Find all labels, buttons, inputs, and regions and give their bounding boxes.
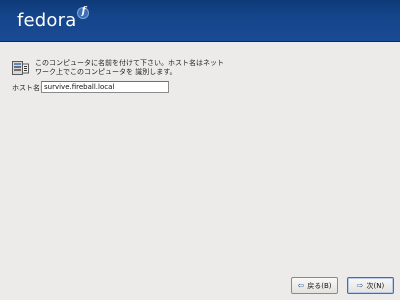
fedora-logo: fedora f xyxy=(17,6,90,32)
hostname-input[interactable] xyxy=(41,81,169,93)
left-arrow-icon: ⇦ xyxy=(297,280,305,290)
description-line-2: ワーク上でこのコンピュータを 識別します。 xyxy=(35,68,177,76)
description-line-1: このコンピュータに名前を付けて下さい。ホスト名はネット xyxy=(35,59,224,67)
network-card-icon xyxy=(12,61,29,75)
hostname-description: このコンピュータに名前を付けて下さい。ホスト名はネット ワーク上でこのコンピュー… xyxy=(35,59,225,77)
back-button[interactable]: ⇦ 戻る(B) xyxy=(291,277,338,294)
fedora-logo-mark: f xyxy=(81,6,86,17)
fedora-infinity-icon: f xyxy=(77,6,90,19)
back-button-label: 戻る(B) xyxy=(307,281,332,290)
fedora-banner: fedora f xyxy=(0,0,400,42)
hostname-label: ホスト名: xyxy=(12,84,43,92)
next-button-label: 次(N) xyxy=(366,281,385,290)
right-arrow-icon: ⇨ xyxy=(356,280,364,290)
fedora-logo-text: fedora xyxy=(17,10,77,31)
next-button[interactable]: ⇨ 次(N) xyxy=(347,277,394,294)
